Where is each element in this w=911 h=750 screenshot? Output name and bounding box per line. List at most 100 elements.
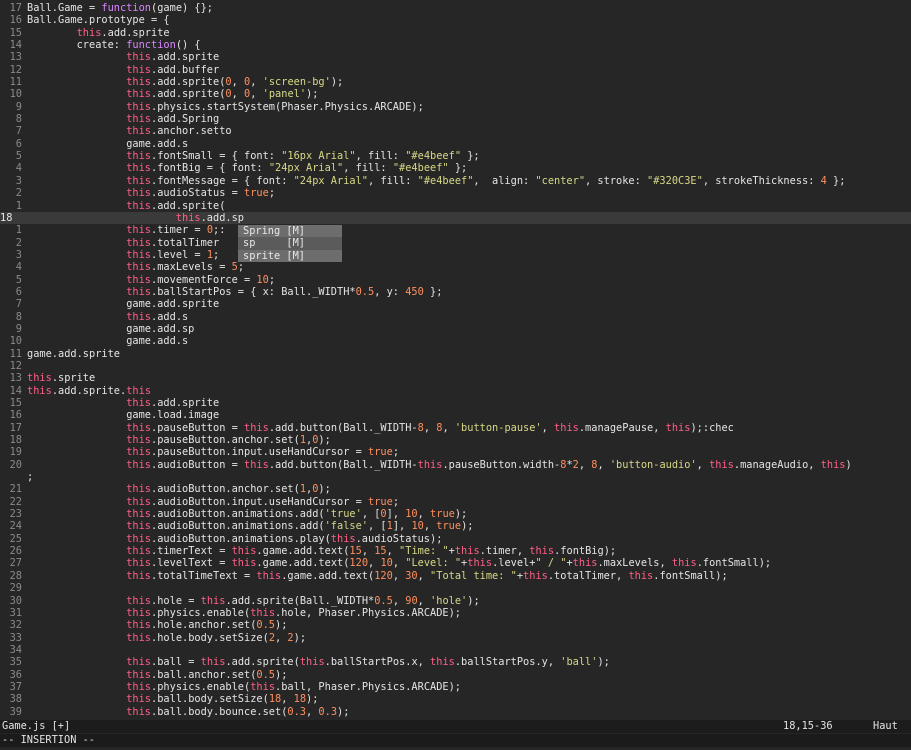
code-line[interactable]: 28 this.totalTimeText = this.game.add.te… xyxy=(0,570,911,582)
code-token: 120 xyxy=(374,569,393,582)
code-line[interactable]: 12 xyxy=(0,360,911,372)
code-area[interactable]: 17 Ball.Game = function(game) {}; 16 Ball.G… xyxy=(0,2,911,718)
code-line[interactable]: 31 this.physics.enable(this.hole, Phaser… xyxy=(0,607,911,619)
code-token: 'hole' xyxy=(430,594,468,607)
code-token: , xyxy=(417,569,431,582)
code-line[interactable]: 18 this.pauseButton.anchor.set(1,0); xyxy=(0,434,911,446)
code-line[interactable]: 17 Ball.Game = function(game) {}; xyxy=(0,2,911,14)
code-token: 'panel' xyxy=(262,88,307,101)
code-line[interactable]: 8 this.add.Spring xyxy=(0,113,911,125)
code-line[interactable]: 1 this.timer = 0;: xyxy=(0,224,911,236)
code-line[interactable]: 22 this.audioButton.input.useHandCursor … xyxy=(0,496,911,508)
code-token: "24px Arial" xyxy=(293,174,369,187)
autocomplete-item[interactable]: sprite [M] xyxy=(238,249,342,263)
code-line[interactable]: 6 game.add.s xyxy=(0,138,911,150)
mode-indicator: -- INSERTION -- xyxy=(0,734,911,747)
code-token: .pauseButton.input.useHandCursor = xyxy=(151,446,368,459)
code-line[interactable]: 4 this.maxLevels = 5; xyxy=(0,261,911,273)
code-line[interactable]: 3 this.level = 1; xyxy=(0,249,911,261)
code-line[interactable]: 9 this.physics.startSystem(Phaser.Physic… xyxy=(0,101,911,113)
code-line[interactable]: 10 this.add.sprite(0, 0, 'panel'); xyxy=(0,88,911,100)
code-line[interactable]: 5 this.movementForce = 10; xyxy=(0,274,911,286)
code-token: ); xyxy=(597,656,610,669)
autocomplete-popup[interactable]: Spring [M] sp [M] sprite [M] xyxy=(238,225,342,263)
code-token: .add.buffer xyxy=(151,63,220,76)
code-line[interactable]: 12 this.add.buffer xyxy=(0,64,911,76)
code-line[interactable]: 24 this.audioButton.animations.add('fals… xyxy=(0,520,911,532)
code-line[interactable]: 32 this.hole.anchor.set(0.5); xyxy=(0,619,911,631)
code-line[interactable]: 25 this.audioButton.animations.play(this… xyxy=(0,533,911,545)
code-token: true xyxy=(244,187,269,200)
code-token: this xyxy=(126,113,152,126)
autocomplete-item[interactable]: Spring [M] xyxy=(238,225,342,238)
code-line[interactable]: 3 this.fontMessage = { font: "24px Arial… xyxy=(0,175,911,187)
code-line[interactable]: 13 this.sprite xyxy=(0,372,911,384)
code-line[interactable]: 35 this.ball = this.add.sprite(this.ball… xyxy=(0,656,911,668)
code-line[interactable]: 39 this.ball.body.bounce.set(0.3, 0.3); xyxy=(0,706,911,718)
code-line[interactable]: 8 this.add.s xyxy=(0,311,911,323)
code-line[interactable]: 15 this.add.sprite xyxy=(0,397,911,409)
code-line[interactable]: 26 this.timerText = this.game.add.text(1… xyxy=(0,545,911,557)
line-number: 3 xyxy=(15,174,22,187)
code-line[interactable]: 37 this.physics.enable(this.ball, Phaser… xyxy=(0,681,911,693)
code-line[interactable]: 20 this.audioButton = this.add.button(Ba… xyxy=(0,459,911,471)
code-line[interactable]: 21 this.audioButton.anchor.set(1,0); xyxy=(0,483,911,495)
code-line[interactable]: 7 game.add.sprite xyxy=(0,298,911,310)
line-number: 16 xyxy=(9,14,22,27)
code-token: "Total time: " xyxy=(430,569,517,582)
code-line[interactable]: 9 game.add.sp xyxy=(0,323,911,335)
code-token: .physics.enable( xyxy=(151,606,251,619)
code-line[interactable]: 14 this.add.sprite.this xyxy=(0,385,911,397)
code-token: .audioButton = xyxy=(151,458,245,471)
code-line[interactable]: 15 this.add.sprite xyxy=(0,27,911,39)
autocomplete-item[interactable]: sp [M] xyxy=(238,237,342,249)
code-token: , xyxy=(417,508,431,521)
code-line[interactable]: 23 this.audioButton.animations.add('true… xyxy=(0,508,911,520)
code-token: this xyxy=(126,680,152,693)
code-line[interactable]: 16 game.load.image xyxy=(0,409,911,421)
code-line[interactable]: 27 this.levelText = this.game.add.text(1… xyxy=(0,557,911,569)
code-line[interactable]: 38 this.ball.body.setSize(18, 18); xyxy=(0,693,911,705)
code-token: , xyxy=(275,631,288,644)
code-line[interactable]: 10 game.add.s xyxy=(0,335,911,347)
code-line[interactable]: 4 this.fontBig = { font: "24px Arial", f… xyxy=(0,162,911,174)
code-editor[interactable]: 17 Ball.Game = function(game) {}; 16 Ball.G… xyxy=(0,0,911,750)
code-line[interactable]: 34 xyxy=(0,644,911,656)
code-token: , xyxy=(306,705,319,718)
code-line[interactable]: 7 this.anchor.setto xyxy=(0,125,911,137)
code-line[interactable]: 1 this.add.sprite( xyxy=(0,200,911,212)
code-line[interactable]: 11 this.add.sprite(0, 0, 'screen-bg'); xyxy=(0,76,911,88)
code-token: .maxLevels, xyxy=(597,557,672,570)
code-line[interactable]: 33 this.hole.body.setSize(2, 2); xyxy=(0,632,911,644)
current-code-line[interactable]: 18 this.add.sp xyxy=(0,211,911,225)
code-token: this xyxy=(126,236,152,249)
code-line[interactable]: 6 this.ballStartPos = { x: Ball._WIDTH*0… xyxy=(0,286,911,298)
code-token: this xyxy=(126,619,152,632)
code-line[interactable]: 5 this.fontSmall = { font: "16px Arial",… xyxy=(0,150,911,162)
code-line[interactable]: 16 Ball.Game.prototype = { xyxy=(0,14,911,26)
code-line[interactable]: 2 this.totalTimer xyxy=(0,237,911,249)
line-number: 33 xyxy=(9,631,22,644)
code-line[interactable]: ; xyxy=(0,471,911,483)
code-token: , xyxy=(392,569,406,582)
code-line[interactable]: 2 this.audioStatus = true; xyxy=(0,187,911,199)
code-line[interactable]: 36 this.ball.anchor.set(0.5); xyxy=(0,669,911,681)
code-line[interactable]: 14 create: function() { xyxy=(0,39,911,51)
code-token: .audioButton.anchor.set( xyxy=(151,483,300,496)
code-line[interactable]: 29 xyxy=(0,582,911,594)
code-line[interactable]: 19 this.pauseButton.input.useHandCursor … xyxy=(0,446,911,458)
code-token: .add.button(Ball._WIDTH- xyxy=(268,458,418,471)
code-line[interactable]: 17 this.pauseButton = this.add.button(Ba… xyxy=(0,422,911,434)
code-line[interactable]: 11 game.add.sprite xyxy=(0,348,911,360)
code-line[interactable]: 30 this.hole = this.add.sprite(Ball._WID… xyxy=(0,595,911,607)
code-line[interactable]: 13 this.add.sprite xyxy=(0,51,911,63)
